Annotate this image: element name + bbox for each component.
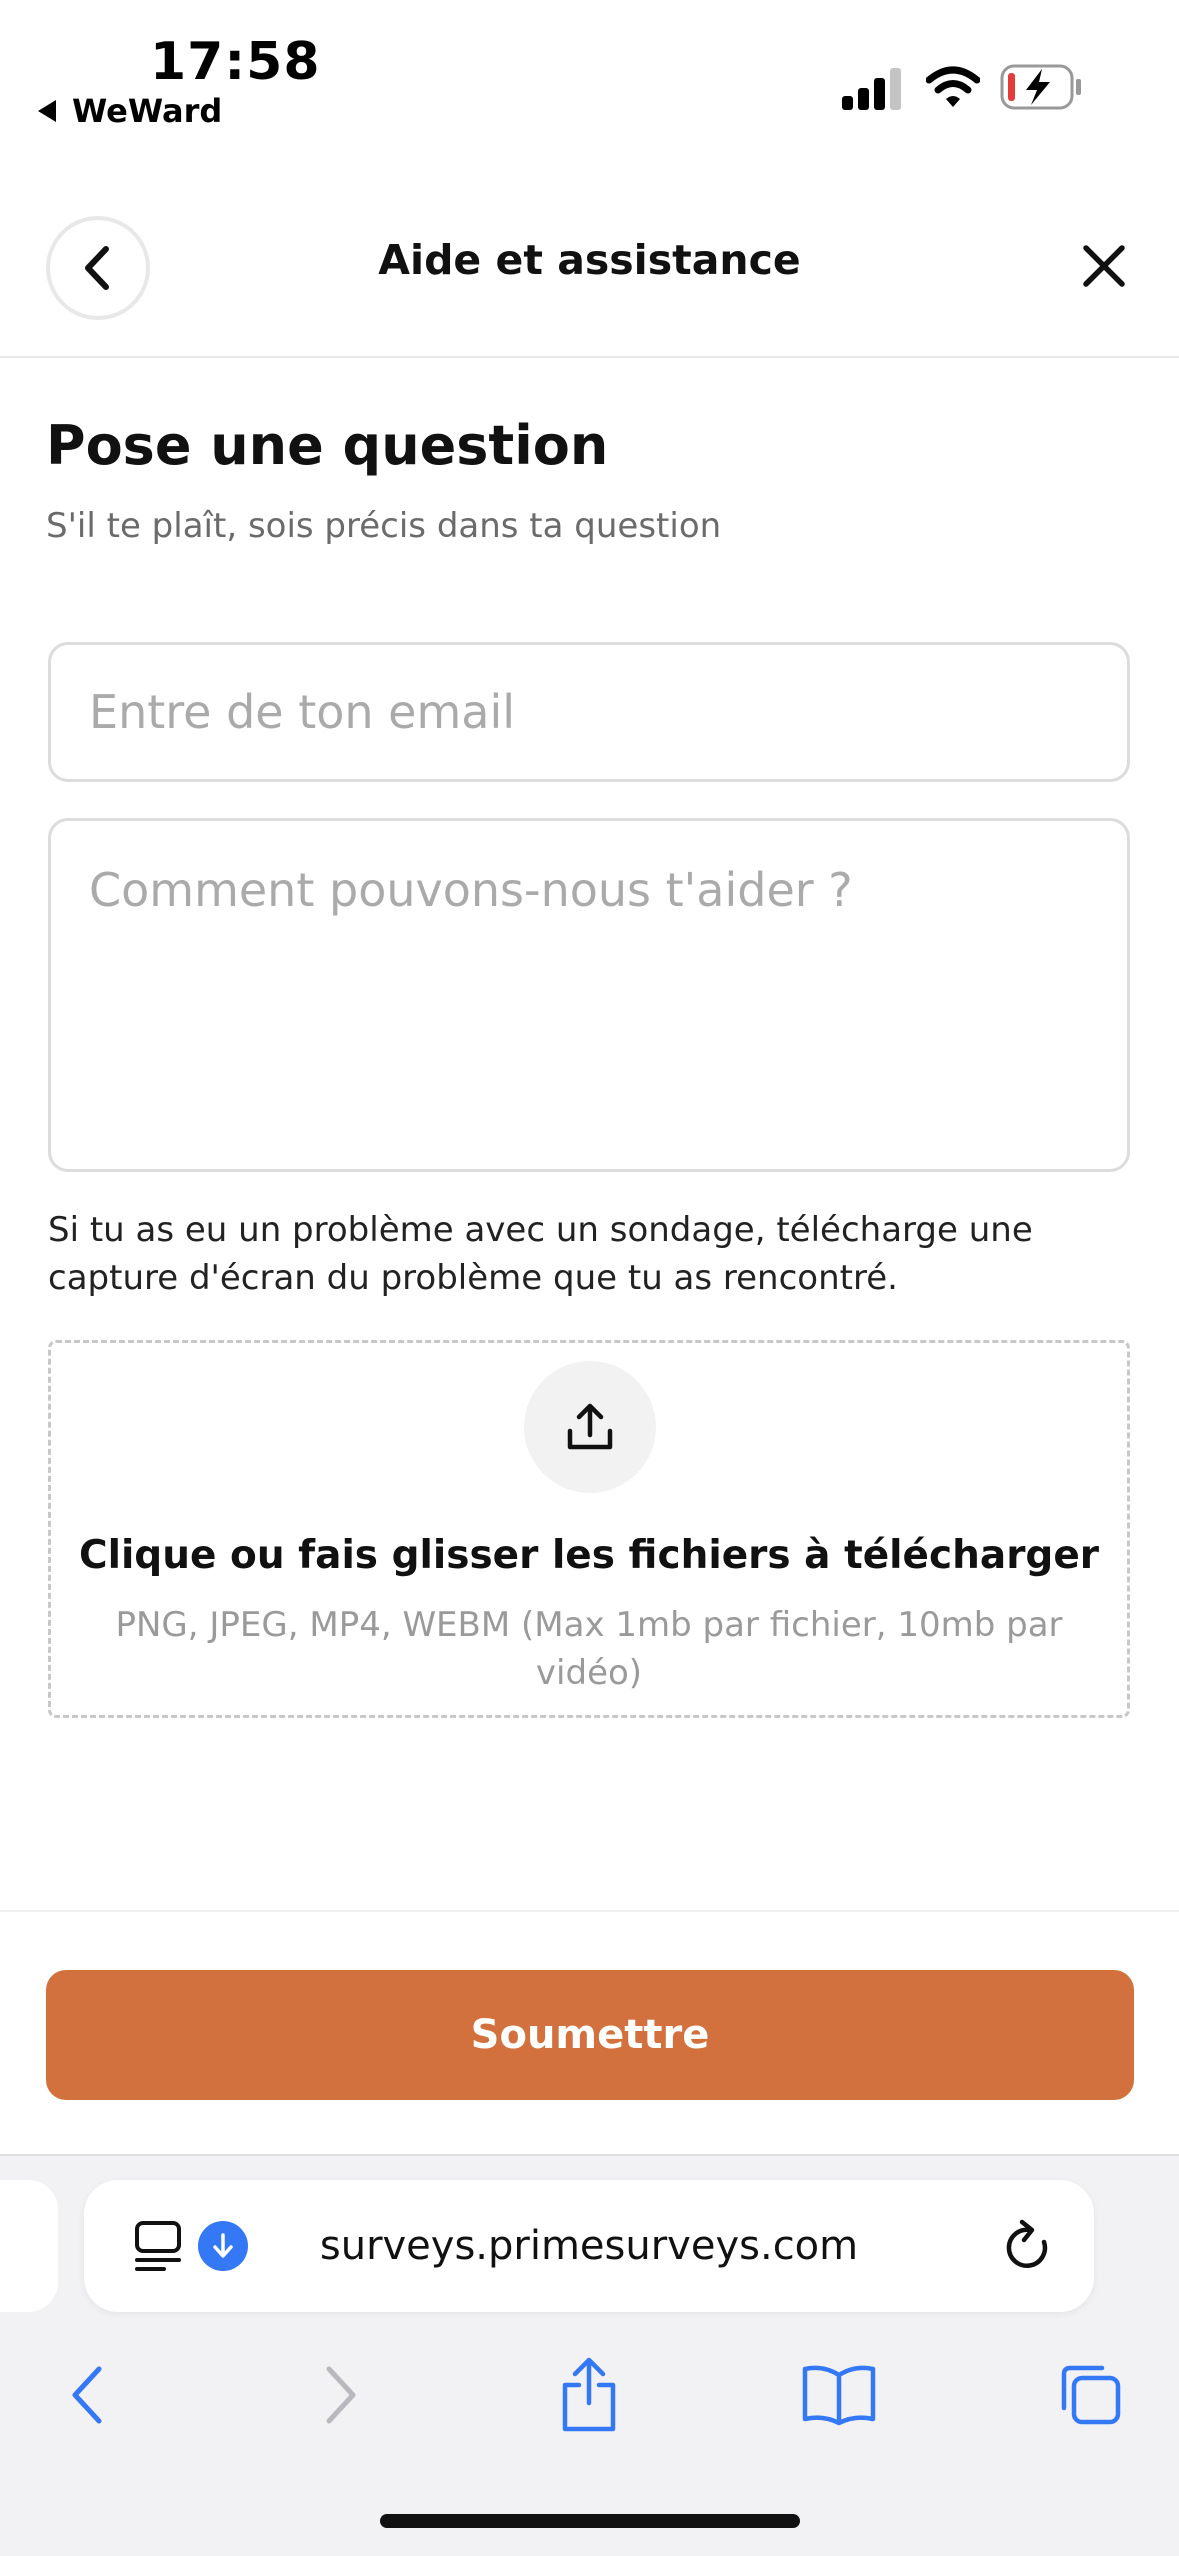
share-button[interactable] (544, 2350, 634, 2440)
file-upload-dropzone[interactable]: Clique ou fais glisser les fichiers à té… (48, 1340, 1130, 1718)
screenshot-help-text: Si tu as eu un problème avec un sondage,… (48, 1210, 1033, 1298)
wifi-icon (926, 66, 980, 107)
cellular-signal-icon (842, 68, 901, 110)
status-time: 17:58 (150, 32, 321, 92)
url-text: surveys.primesurveys.com (319, 2223, 859, 2269)
email-field[interactable] (48, 642, 1130, 782)
browser-back-button[interactable] (42, 2350, 132, 2440)
address-bar[interactable]: surveys.primesurveys.com (84, 2180, 1094, 2312)
back-triangle-icon (38, 100, 56, 122)
share-icon (562, 2357, 616, 2432)
back-to-app-link[interactable]: WeWard (38, 92, 222, 130)
footer-divider (0, 1910, 1179, 1912)
message-textarea[interactable] (48, 818, 1130, 1172)
form-subtitle: S'il te plaît, sois précis dans ta quest… (46, 506, 722, 546)
browser-forward-button[interactable] (296, 2350, 386, 2440)
close-button[interactable] (1072, 234, 1136, 298)
forward-arrow-icon (326, 2366, 356, 2424)
back-arrow-icon (72, 2366, 102, 2424)
upload-icon-circle (524, 1361, 656, 1493)
tabs-icon (1061, 2365, 1121, 2425)
home-indicator (380, 2514, 800, 2528)
back-app-label: WeWard (72, 92, 223, 130)
reload-icon[interactable] (1000, 2218, 1052, 2274)
tabs-button[interactable] (1044, 2350, 1134, 2440)
header-divider (0, 356, 1179, 358)
previous-tab-preview[interactable] (0, 2180, 58, 2312)
battery-charging-icon (1000, 64, 1081, 110)
submit-button[interactable]: Soumettre (46, 1970, 1134, 2100)
page-header-title: Aide et assistance (378, 236, 801, 284)
form-title: Pose une question (46, 414, 609, 477)
upload-title: Clique ou fais glisser les fichiers à té… (78, 1533, 1100, 1578)
bookmarks-button[interactable] (794, 2350, 884, 2440)
close-icon (1083, 245, 1125, 287)
bookmarks-icon (802, 2365, 876, 2426)
upload-icon (567, 1403, 613, 1450)
upload-file-types: PNG, JPEG, MP4, WEBM (Max 1mb par fichie… (115, 1605, 1063, 1693)
browser-toolbar-divider (0, 2154, 1179, 2156)
